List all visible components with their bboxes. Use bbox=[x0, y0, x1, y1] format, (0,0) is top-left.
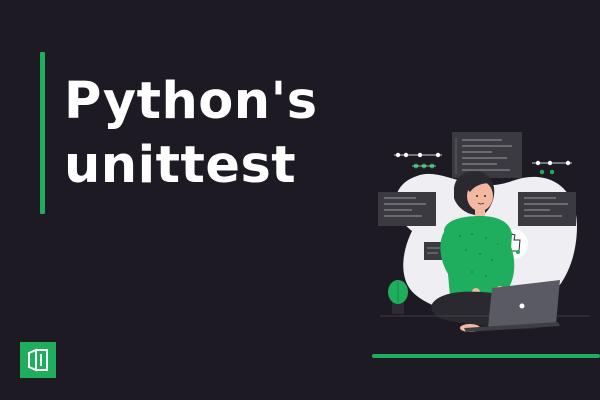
connector-dots-right bbox=[532, 160, 572, 175]
page-title: Python's unittest bbox=[64, 70, 318, 198]
bottom-accent-line bbox=[372, 354, 600, 358]
connector-dots-left bbox=[394, 152, 442, 169]
title-line-1: Python's bbox=[64, 72, 318, 131]
code-window-right bbox=[518, 192, 576, 226]
code-window-top bbox=[452, 132, 522, 178]
title-line-2: unittest bbox=[64, 136, 297, 195]
plant-icon bbox=[388, 280, 408, 314]
brand-logo-icon bbox=[20, 342, 56, 378]
accent-bar bbox=[40, 52, 45, 214]
person-with-laptop-illustration bbox=[378, 132, 590, 332]
code-window-left bbox=[378, 192, 436, 226]
